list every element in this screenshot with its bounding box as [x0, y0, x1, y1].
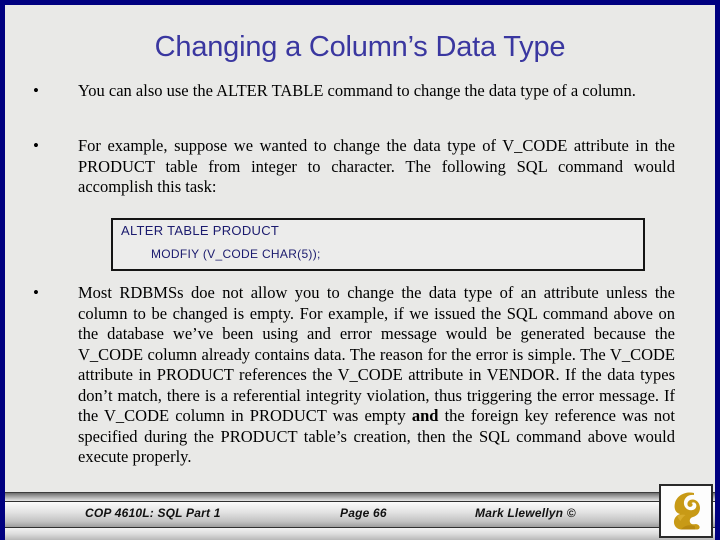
bullet-text-3-part-a: Most RDBMSs doe not allow you to change …	[78, 283, 675, 425]
bullet-text-1: You can also use the ALTER TABLE command…	[78, 81, 636, 100]
footer-course-label: COP 4610L: SQL Part 1	[85, 506, 221, 520]
bullet-text-2: For example, suppose we wanted to change…	[78, 136, 675, 196]
page-title: Changing a Column’s Data Type	[154, 31, 566, 63]
footer-bar-top	[5, 492, 715, 501]
footer-page-number: Page 66	[340, 506, 387, 520]
footer-author-label: Mark Llewellyn ©	[475, 506, 576, 520]
slide-footer: COP 4610L: SQL Part 1 Page 66 Mark Llewe…	[5, 492, 715, 540]
ucf-pegasus-logo	[659, 484, 713, 538]
bullet-item-1: • You can also use the ALTER TABLE comma…	[5, 81, 677, 102]
sql-code-line-2: MODFIY (V_CODE CHAR(5));	[151, 247, 321, 261]
bullet-text-3-emphasis: and	[411, 406, 439, 425]
presentation-slide: Changing a Column’s Data Type • You can …	[0, 0, 720, 540]
bullet-marker: •	[33, 283, 39, 302]
footer-bar-bottom	[5, 528, 715, 540]
bullet-marker: •	[33, 136, 39, 155]
bullet-item-2: • For example, suppose we wanted to chan…	[5, 136, 685, 198]
bullet-text-3: Most RDBMSs doe not allow you to change …	[78, 283, 675, 468]
sql-code-line-1: ALTER TABLE PRODUCT	[121, 223, 280, 238]
bullet-marker: •	[33, 81, 39, 100]
bullet-item-3: • Most RDBMSs doe not allow you to chang…	[5, 283, 685, 468]
pegasus-icon	[673, 492, 700, 530]
sql-code-box: ALTER TABLE PRODUCT MODFIY (V_CODE CHAR(…	[111, 218, 645, 271]
